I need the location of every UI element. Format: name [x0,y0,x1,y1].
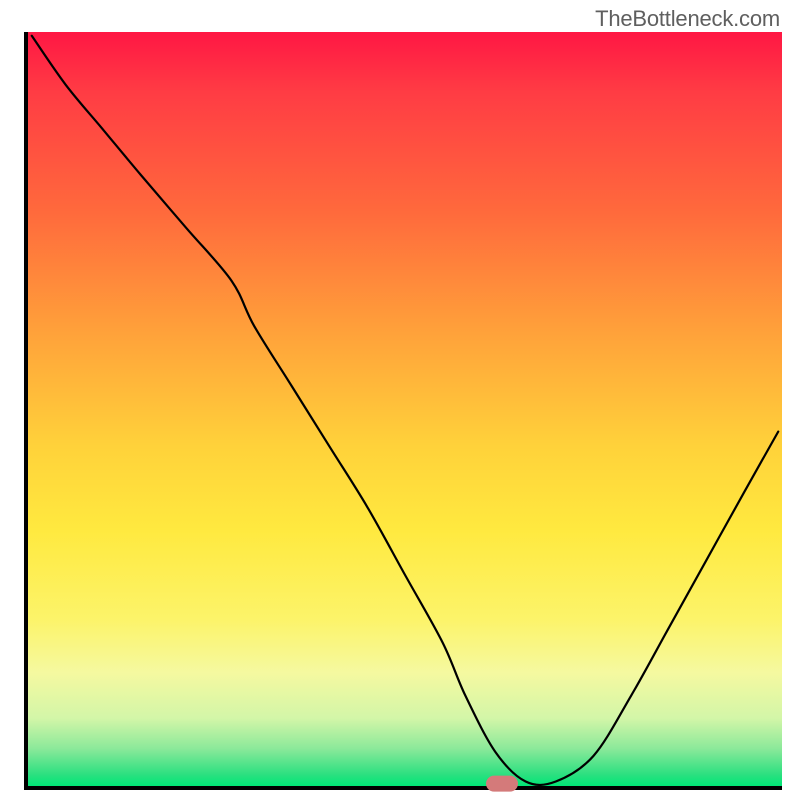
chart-plot-area [24,32,782,790]
optimal-point-marker [486,776,518,792]
bottleneck-curve-path [32,36,778,785]
bottleneck-curve-svg [28,32,782,786]
watermark-text: TheBottleneck.com [595,6,780,32]
